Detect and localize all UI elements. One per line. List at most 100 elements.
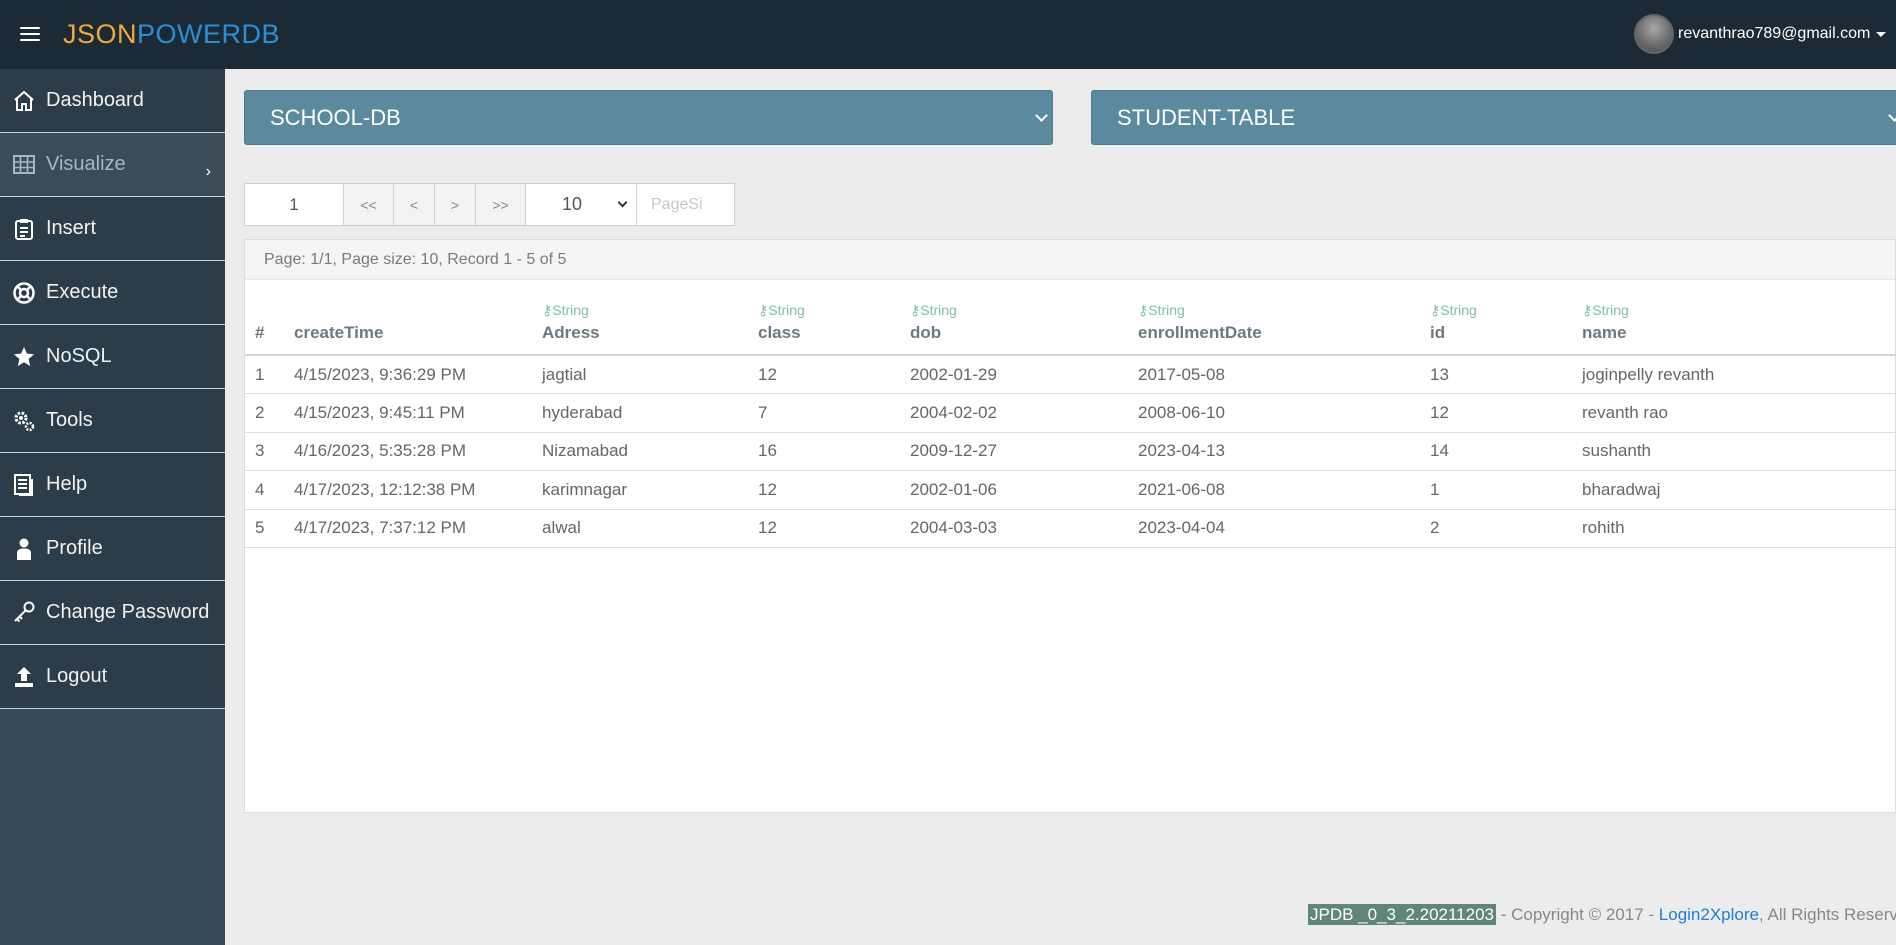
column-header-name[interactable]: ⚷String name <box>1582 284 1896 356</box>
star-icon <box>14 347 34 366</box>
cell-dob: 2009-12-27 <box>910 432 1138 471</box>
records-table: # createTime ⚷String Adress ⚷String class … <box>245 284 1896 548</box>
type-badge: ⚷String <box>1582 302 1629 318</box>
sidebar-item-nosql[interactable]: NoSQL <box>0 325 225 389</box>
cell-dob: 2004-03-03 <box>910 509 1138 548</box>
sidebar-item-label: Help <box>46 473 88 495</box>
table-row[interactable]: 5 4/17/2023, 7:37:12 PM alwal 12 2004-03… <box>245 509 1896 548</box>
cell-index: 2 <box>245 393 294 433</box>
page-number-input[interactable] <box>244 183 344 226</box>
sidebar-item-label: Dashboard <box>46 89 144 111</box>
page-size-select[interactable]: 10 <box>525 183 637 226</box>
cell-enrollmentdate: 2008-06-10 <box>1138 393 1430 433</box>
key-icon: ⚷ <box>758 302 769 318</box>
upload-icon <box>15 667 33 687</box>
table-select-value: STUDENT-TABLE <box>1117 104 1296 130</box>
document-icon <box>14 474 33 496</box>
type-badge: ⚷String <box>758 302 805 318</box>
cell-adress: Nizamabad <box>542 432 758 471</box>
column-header-id[interactable]: ⚷String id <box>1430 284 1582 356</box>
records-panel: Page: 1/1, Page size: 10, Record 1 - 5 o… <box>244 239 1896 813</box>
cell-id: 14 <box>1430 432 1582 471</box>
table-row[interactable]: 3 4/16/2023, 5:35:28 PM Nizamabad 16 200… <box>245 432 1896 471</box>
user-menu[interactable]: revanthrao789@gmail.com <box>1634 14 1896 54</box>
key-icon <box>14 601 35 623</box>
sidebar-item-dashboard[interactable]: Dashboard <box>0 69 225 133</box>
pagination-bar: << < > >> 10 <box>244 183 735 226</box>
main-content: SCHOOL-DB STUDENT-TABLE << < > >> 10 Pag… <box>225 69 1896 945</box>
chevron-right-icon: › <box>205 163 211 180</box>
column-header-enrollmentdate[interactable]: ⚷String enrollmentDate <box>1138 284 1430 356</box>
avatar <box>1634 14 1674 54</box>
cell-id: 1 <box>1430 470 1582 510</box>
login2xplore-link[interactable]: Login2Xplore <box>1659 905 1759 924</box>
type-badge: ⚷String <box>1138 302 1185 318</box>
database-select[interactable]: SCHOOL-DB <box>244 90 1053 145</box>
sidebar-item-insert[interactable]: Insert <box>0 197 225 261</box>
last-page-button[interactable]: >> <box>475 183 526 226</box>
prev-page-button[interactable]: < <box>393 183 435 226</box>
cell-index: 1 <box>245 355 294 394</box>
chevron-down-icon <box>1888 109 1896 122</box>
gears-icon <box>14 411 35 432</box>
rights-text: , All Rights Reserved <box>1758 905 1896 924</box>
sidebar-item-label: NoSQL <box>46 345 112 367</box>
cell-class: 12 <box>758 470 910 510</box>
sidebar-item-tools[interactable]: Tools <box>0 389 225 453</box>
table-row[interactable]: 4 4/17/2023, 12:12:38 PM karimnagar 12 2… <box>245 470 1896 510</box>
cell-createtime: 4/15/2023, 9:45:11 PM <box>294 393 542 433</box>
cell-class: 12 <box>758 509 910 548</box>
table-icon <box>13 155 35 174</box>
database-select-value: SCHOOL-DB <box>270 104 401 130</box>
chevron-down-icon <box>617 197 628 208</box>
sidebar-item-visualize[interactable]: Visualize › <box>0 133 225 197</box>
cell-name: rohith <box>1582 509 1896 548</box>
version-label: JPDB _0_3_2.20211203 <box>1308 904 1497 925</box>
sidebar: Dashboard Visualize › Insert Execute NoS… <box>0 69 225 945</box>
cell-enrollmentdate: 2017-05-08 <box>1138 355 1430 394</box>
hamburger-menu-icon[interactable] <box>20 27 40 43</box>
table-row[interactable]: 2 4/15/2023, 9:45:11 PM hyderabad 7 2004… <box>245 393 1896 433</box>
cell-adress: karimnagar <box>542 470 758 510</box>
brand-logo[interactable]: JSONPOWERDB <box>63 19 280 50</box>
cell-adress: hyderabad <box>542 393 758 433</box>
column-header-adress[interactable]: ⚷String Adress <box>542 284 758 356</box>
sidebar-item-logout[interactable]: Logout <box>0 645 225 709</box>
key-icon: ⚷ <box>1138 302 1149 318</box>
cell-adress: alwal <box>542 509 758 548</box>
sidebar-item-execute[interactable]: Execute <box>0 261 225 325</box>
page-size-value: 10 <box>562 194 583 214</box>
cell-enrollmentdate: 2023-04-13 <box>1138 432 1430 471</box>
lifebuoy-icon <box>13 282 35 304</box>
sidebar-item-help[interactable]: Help <box>0 453 225 517</box>
cell-id: 2 <box>1430 509 1582 548</box>
sidebar-item-label: Change Password <box>46 601 210 623</box>
page-size-input[interactable] <box>636 183 735 226</box>
cell-adress: jagtial <box>542 355 758 394</box>
column-header-createtime[interactable]: createTime <box>294 284 542 356</box>
cell-id: 13 <box>1430 355 1582 394</box>
first-page-button[interactable]: << <box>343 183 394 226</box>
column-header-dob[interactable]: ⚷String dob <box>910 284 1138 356</box>
sidebar-item-change-password[interactable]: Change Password <box>0 581 225 645</box>
home-icon <box>14 90 34 111</box>
cell-createtime: 4/17/2023, 12:12:38 PM <box>294 470 542 510</box>
next-page-button[interactable]: > <box>434 183 476 226</box>
cell-createtime: 4/17/2023, 7:37:12 PM <box>294 509 542 548</box>
cell-enrollmentdate: 2023-04-04 <box>1138 509 1430 548</box>
page-info: Page: 1/1, Page size: 10, Record 1 - 5 o… <box>245 240 1895 280</box>
table-select[interactable]: STUDENT-TABLE <box>1091 90 1896 145</box>
cell-createtime: 4/15/2023, 9:36:29 PM <box>294 355 542 394</box>
type-badge: ⚷String <box>910 302 957 318</box>
key-icon: ⚷ <box>1430 302 1441 318</box>
cell-dob: 2004-02-02 <box>910 393 1138 433</box>
sidebar-item-profile[interactable]: Profile <box>0 517 225 581</box>
cell-name: joginpelly revanth <box>1582 355 1896 394</box>
column-header-class[interactable]: ⚷String class <box>758 284 910 356</box>
column-header-index: # <box>245 284 294 356</box>
cell-class: 7 <box>758 393 910 433</box>
cell-name: revanth rao <box>1582 393 1896 433</box>
cell-index: 3 <box>245 432 294 471</box>
table-row[interactable]: 1 4/15/2023, 9:36:29 PM jagtial 12 2002-… <box>245 355 1896 394</box>
footer: JPDB _0_3_2.20211203 - Copyright © 2017 … <box>1308 904 1896 925</box>
